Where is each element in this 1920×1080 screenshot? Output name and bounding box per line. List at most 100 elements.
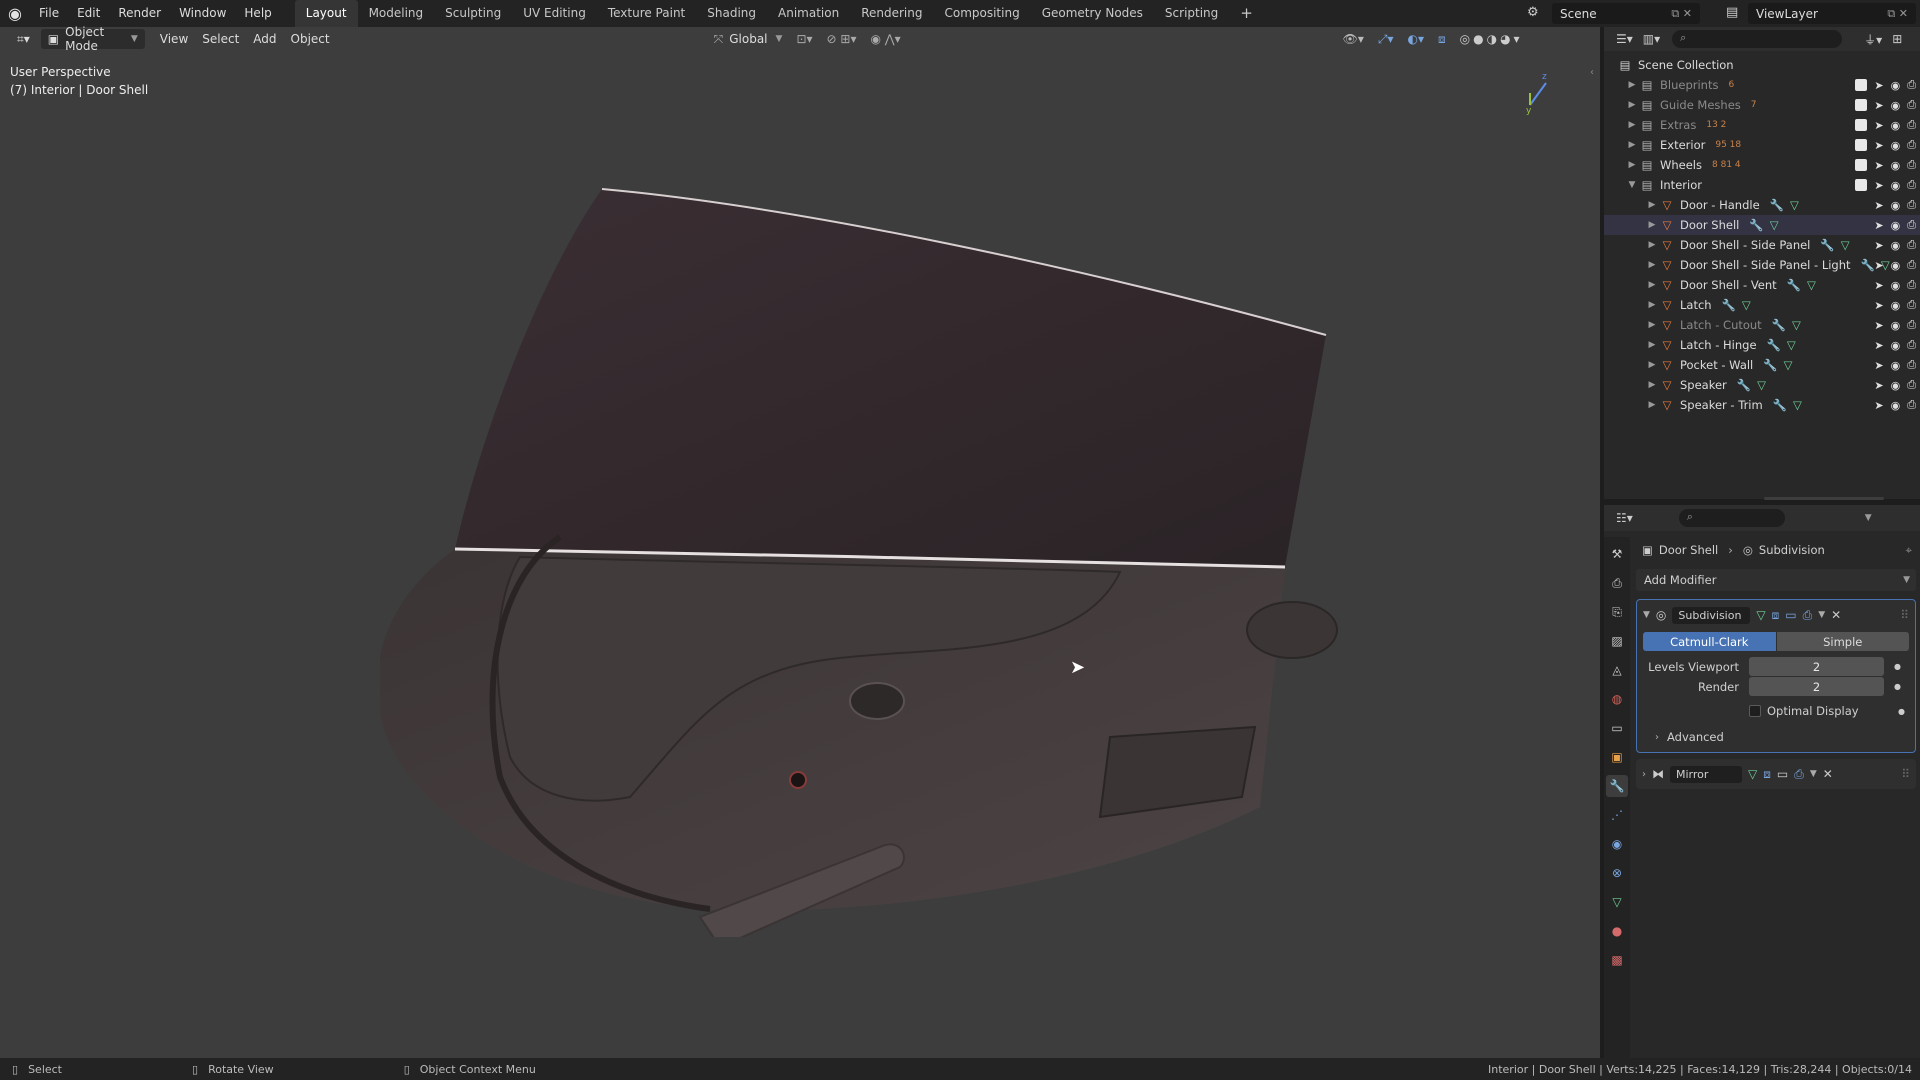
keyframe-dot-icon[interactable]: ●: [1894, 662, 1901, 671]
visibility-icon[interactable]: 👁▾: [1336, 29, 1371, 49]
object-row[interactable]: ▶ ▽ Pocket - Wall 🔧 ▽ ➤ ◉ ⎙: [1604, 355, 1920, 375]
optimal-display-checkbox[interactable]: [1749, 705, 1761, 717]
expand-icon[interactable]: ▶: [1646, 220, 1658, 230]
proportional-editing-icon[interactable]: ◉ ⋀▾: [863, 29, 907, 49]
expand-icon[interactable]: ▶: [1646, 360, 1658, 370]
menu-add[interactable]: Add: [246, 29, 283, 49]
expand-icon[interactable]: ▶: [1646, 260, 1658, 270]
mesh-data-icon[interactable]: ▽: [1784, 358, 1793, 372]
expand-icon[interactable]: ▶: [1626, 120, 1638, 130]
keyframe-dot-icon[interactable]: ●: [1894, 682, 1901, 691]
eye-icon[interactable]: ◉: [1891, 219, 1901, 232]
object-row[interactable]: ▶ ▽ Speaker 🔧 ▽ ➤ ◉ ⎙: [1604, 375, 1920, 395]
camera-icon[interactable]: ⎙: [1907, 358, 1916, 372]
eye-icon[interactable]: ◉: [1891, 339, 1901, 352]
material-tab-icon[interactable]: ●: [1606, 920, 1628, 942]
particles-tab-icon[interactable]: ⋰: [1606, 804, 1628, 826]
modifier-wrench-icon[interactable]: 🔧: [1820, 238, 1834, 252]
texture-tab-icon[interactable]: ▩: [1606, 949, 1628, 971]
expand-icon[interactable]: ▶: [1626, 160, 1638, 170]
view-layer-selector[interactable]: ViewLayer ⧉ ✕: [1748, 3, 1916, 24]
select-toggle-icon[interactable]: ➤: [1874, 139, 1883, 152]
catmull-clark-button[interactable]: Catmull-Clark: [1643, 632, 1776, 651]
eye-icon[interactable]: ◉: [1891, 199, 1901, 212]
menu-help[interactable]: Help: [235, 0, 280, 27]
modifier-wrench-icon[interactable]: 🔧: [1861, 258, 1875, 272]
object-tab-icon[interactable]: ▣: [1606, 746, 1628, 768]
tab-rendering[interactable]: Rendering: [850, 0, 933, 27]
mode-selector[interactable]: ▣ Object Mode ▼: [40, 25, 145, 53]
mesh-data-icon[interactable]: ▽: [1787, 338, 1796, 352]
object-row[interactable]: ▶ ▽ Latch 🔧 ▽ ➤ ◉ ⎙: [1604, 295, 1920, 315]
collection-row[interactable]: ▼ ▤ Interior ➤ ◉ ⎙: [1604, 175, 1920, 195]
cage-toggle-icon[interactable]: ⧈: [1763, 767, 1771, 782]
collapse-icon[interactable]: ▼: [1626, 180, 1638, 190]
tool-tab-icon[interactable]: ⚒: [1606, 543, 1628, 565]
tab-compositing[interactable]: Compositing: [933, 0, 1030, 27]
select-toggle-icon[interactable]: ➤: [1874, 399, 1883, 412]
expand-icon[interactable]: ›: [1642, 769, 1646, 780]
exclude-checkbox[interactable]: [1855, 139, 1868, 151]
tab-geometry-nodes[interactable]: Geometry Nodes: [1031, 0, 1154, 27]
menu-file[interactable]: File: [30, 0, 68, 27]
camera-icon[interactable]: ⎙: [1907, 338, 1916, 352]
modifier-menu-icon[interactable]: ▼: [1810, 769, 1817, 779]
eye-icon[interactable]: ◉: [1891, 119, 1901, 132]
modifier-wrench-icon[interactable]: 🔧: [1773, 398, 1787, 412]
transform-orientation-selector[interactable]: ⤧ Global ▼: [707, 29, 790, 49]
select-toggle-icon[interactable]: ➤: [1874, 79, 1883, 92]
scene-collection-row[interactable]: ▤ Scene Collection: [1604, 55, 1920, 75]
tab-scripting[interactable]: Scripting: [1154, 0, 1229, 27]
close-icon[interactable]: ✕: [1831, 608, 1841, 622]
tab-animation[interactable]: Animation: [767, 0, 850, 27]
select-toggle-icon[interactable]: ➤: [1874, 379, 1883, 392]
expand-icon[interactable]: ▶: [1646, 380, 1658, 390]
select-toggle-icon[interactable]: ➤: [1874, 199, 1883, 212]
collection-row[interactable]: ▶ ▤ Blueprints 6 ➤ ◉ ⎙: [1604, 75, 1920, 95]
pivot-point-icon[interactable]: ⊡▾: [789, 29, 819, 49]
blender-logo-icon[interactable]: ◉: [0, 0, 30, 27]
expand-icon[interactable]: ▶: [1646, 300, 1658, 310]
tab-texture-paint[interactable]: Texture Paint: [597, 0, 696, 27]
outliner-scrollbar[interactable]: [1764, 497, 1884, 500]
camera-icon[interactable]: ⎙: [1907, 318, 1916, 332]
select-toggle-icon[interactable]: ➤: [1874, 339, 1883, 352]
select-toggle-icon[interactable]: ➤: [1874, 219, 1883, 232]
eye-icon[interactable]: ◉: [1891, 279, 1901, 292]
object-row[interactable]: ▶ ▽ Door Shell - Vent 🔧 ▽ ➤ ◉ ⎙: [1604, 275, 1920, 295]
scene-selector[interactable]: Scene ⧉ ✕: [1552, 3, 1700, 24]
camera-icon[interactable]: ⎙: [1907, 98, 1916, 112]
levels-viewport-field[interactable]: 2: [1749, 657, 1884, 676]
select-toggle-icon[interactable]: ➤: [1874, 259, 1883, 272]
output-tab-icon[interactable]: ⎘: [1606, 601, 1628, 623]
mesh-data-icon[interactable]: ▽: [1807, 278, 1816, 292]
modifier-menu-icon[interactable]: ▼: [1818, 610, 1825, 620]
simple-button[interactable]: Simple: [1776, 632, 1909, 651]
scene-icon[interactable]: ⚙: [1527, 5, 1539, 20]
tab-uv-editing[interactable]: UV Editing: [512, 0, 597, 27]
select-toggle-icon[interactable]: ➤: [1874, 179, 1883, 192]
object-row[interactable]: ▶ ▽ Door Shell - Side Panel 🔧 ▽ ➤ ◉ ⎙: [1604, 235, 1920, 255]
select-toggle-icon[interactable]: ➤: [1874, 319, 1883, 332]
exclude-checkbox[interactable]: [1855, 79, 1868, 91]
scene-actions-icon[interactable]: ⧉ ✕: [1671, 7, 1692, 21]
close-icon[interactable]: ✕: [1823, 767, 1833, 781]
camera-icon[interactable]: ⎙: [1907, 398, 1916, 412]
menu-edit[interactable]: Edit: [68, 0, 109, 27]
render-toggle-icon[interactable]: ⎙: [1803, 608, 1813, 623]
menu-object[interactable]: Object: [284, 29, 337, 49]
object-row[interactable]: ▶ ▽ Door Shell 🔧 ▽ ➤ ◉ ⎙: [1604, 215, 1920, 235]
camera-icon[interactable]: ⎙: [1907, 218, 1916, 232]
expand-icon[interactable]: ▶: [1646, 280, 1658, 290]
eye-icon[interactable]: ◉: [1891, 359, 1901, 372]
object-row[interactable]: ▶ ▽ Door Shell - Side Panel - Light 🔧 ▽ ➤ ◉ ⎙: [1604, 255, 1920, 275]
modifier-tab-icon[interactable]: 🔧: [1606, 775, 1628, 797]
eye-icon[interactable]: ◉: [1891, 319, 1901, 332]
select-toggle-icon[interactable]: ➤: [1874, 119, 1883, 132]
object-row[interactable]: ▶ ▽ Speaker - Trim 🔧 ▽ ➤ ◉ ⎙: [1604, 395, 1920, 415]
filter-icon[interactable]: ⏚▾: [1864, 31, 1882, 48]
expand-icon[interactable]: ▶: [1646, 400, 1658, 410]
object-row[interactable]: ▶ ▽ Door - Handle 🔧 ▽ ➤ ◉ ⎙: [1604, 195, 1920, 215]
outliner-search-input[interactable]: ⌕: [1672, 30, 1843, 48]
keyframe-dot-icon[interactable]: ●: [1898, 707, 1905, 716]
